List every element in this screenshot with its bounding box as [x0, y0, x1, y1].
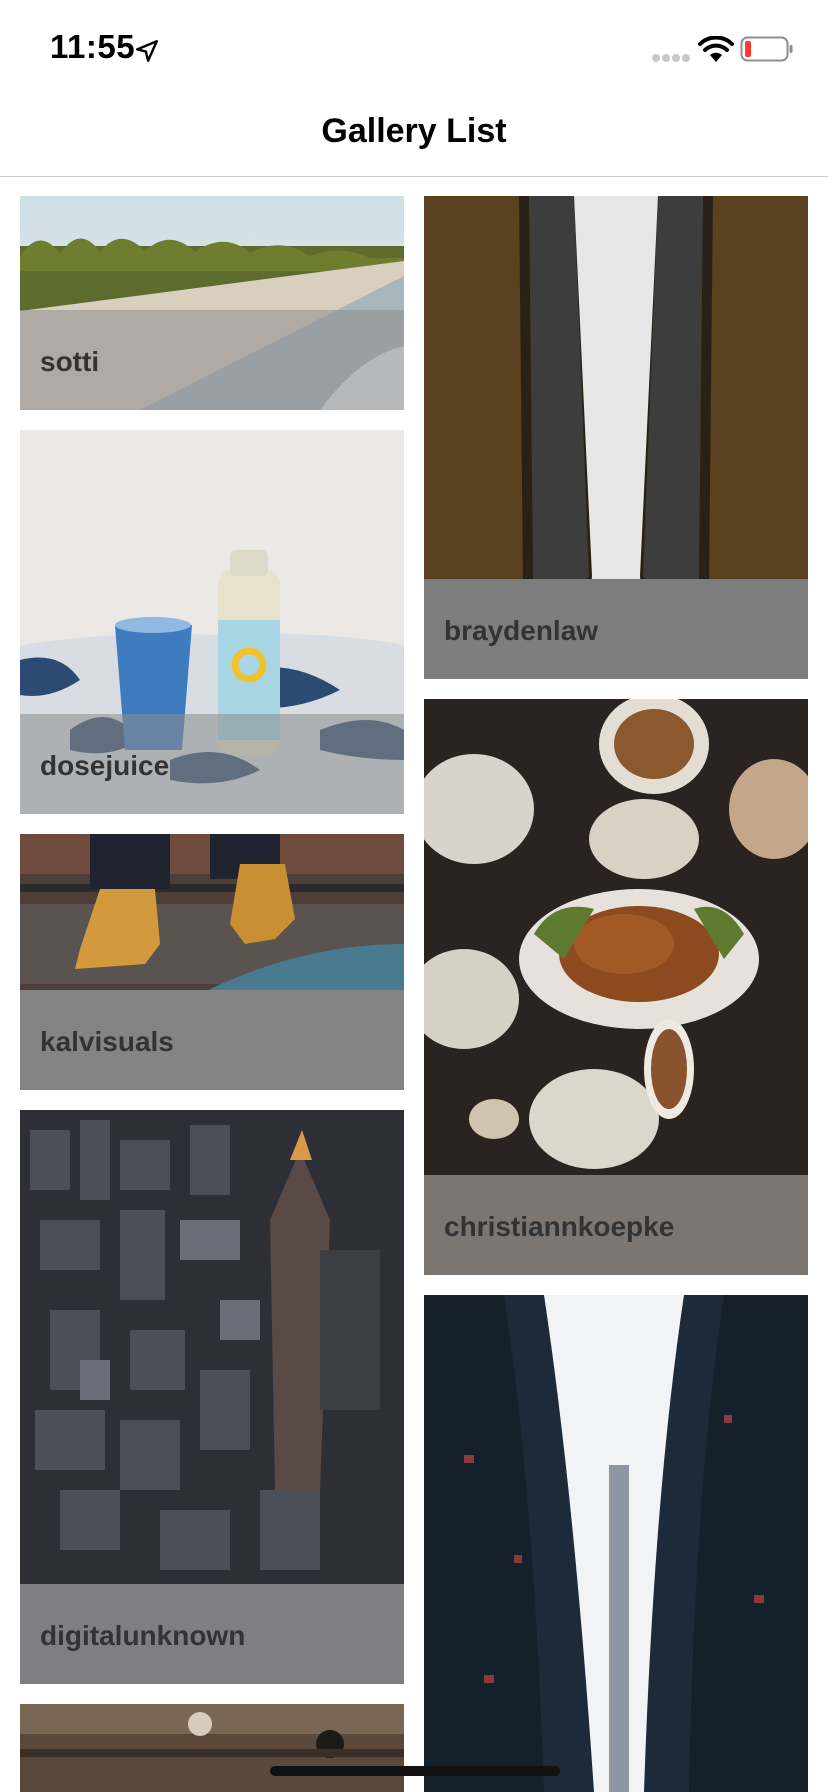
- location-arrow-icon: [136, 40, 158, 62]
- gallery-caption: braydenlaw: [444, 615, 599, 646]
- gallery-caption: digitalunknown: [40, 1620, 246, 1651]
- gallery-card[interactable]: dosejuice: [20, 430, 404, 814]
- gallery-card[interactable]: braydenlaw: [424, 196, 808, 679]
- status-bar: 11:55: [0, 0, 828, 98]
- gallery-grid[interactable]: sotti braydenlaw dosejuice christiannkoe…: [0, 177, 828, 1792]
- cellular-signal-icon: [652, 54, 690, 62]
- gallery-photo: [424, 1295, 808, 1792]
- gallery-photo: [20, 1704, 404, 1792]
- gallery-card[interactable]: digitalunknown: [20, 1110, 404, 1684]
- gallery-caption: sotti: [40, 346, 100, 377]
- gallery-card[interactable]: [20, 1704, 404, 1792]
- gallery-caption: christiannkoepke: [444, 1211, 675, 1242]
- battery-low-icon: [740, 36, 793, 62]
- status-time: 11:55: [50, 28, 136, 65]
- gallery-card[interactable]: sotti: [20, 196, 404, 410]
- home-indicator[interactable]: [270, 1766, 560, 1776]
- gallery-caption: dosejuice: [40, 750, 170, 781]
- gallery-card[interactable]: [424, 1295, 808, 1792]
- page-title: Gallery List: [321, 112, 507, 150]
- navigation-bar: Gallery List: [0, 98, 828, 177]
- gallery-card[interactable]: kalvisuals: [20, 834, 404, 1090]
- wifi-icon: [698, 36, 734, 62]
- gallery-card[interactable]: christiannkoepke: [424, 699, 808, 1275]
- gallery-caption: kalvisuals: [40, 1026, 174, 1057]
